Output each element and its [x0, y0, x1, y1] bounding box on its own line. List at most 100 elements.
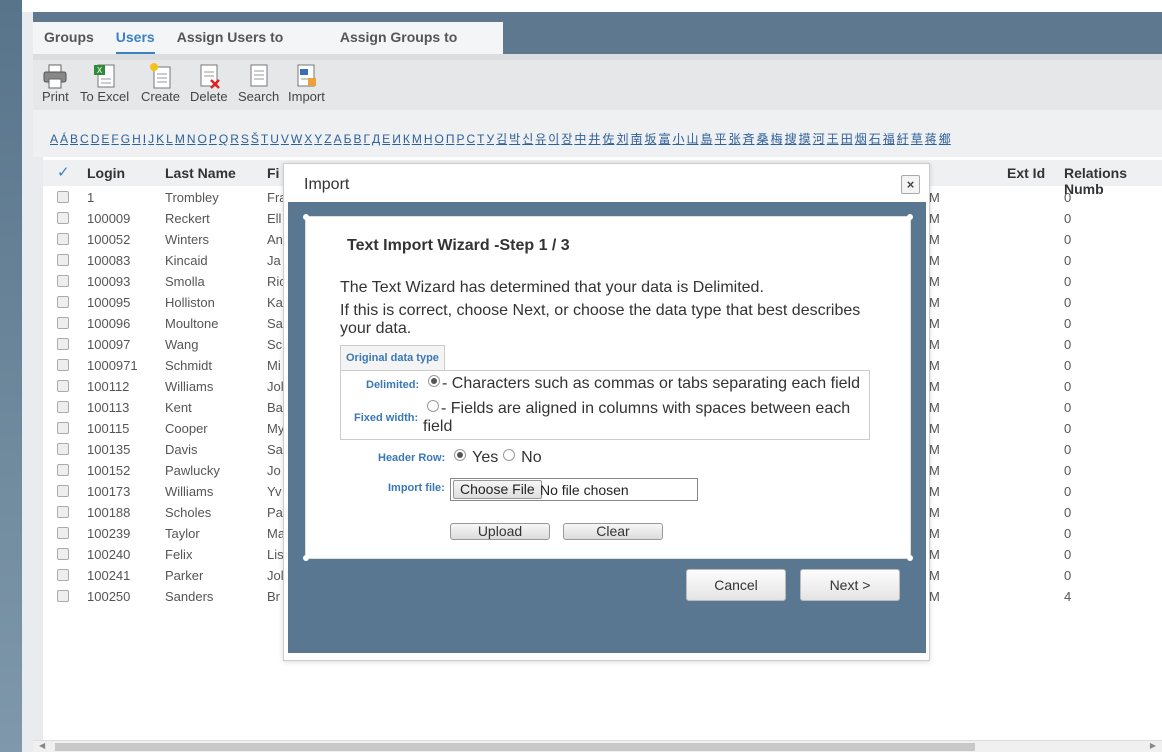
alphabet-letter[interactable]: B [70, 132, 78, 146]
alphabet-letter[interactable]: H [132, 132, 141, 146]
horizontal-scrollbar[interactable]: ◀ ▶ [33, 740, 1162, 752]
alphabet-letter[interactable]: Р [456, 132, 464, 146]
alphabet-letter[interactable]: R [230, 132, 239, 146]
alphabet-letter[interactable]: 장 [561, 132, 572, 146]
alphabet-letter[interactable]: 小 [673, 132, 685, 146]
cancel-button[interactable]: Cancel [686, 569, 786, 601]
alphabet-letter[interactable]: W [291, 132, 302, 146]
alphabet-letter[interactable]: S [241, 132, 249, 146]
print-button[interactable]: Print [42, 62, 69, 104]
alphabet-letter[interactable]: 蒋 [925, 132, 937, 146]
column-last-name[interactable]: Last Name [165, 165, 236, 181]
alphabet-letter[interactable]: Š [251, 132, 259, 146]
row-checkbox[interactable] [57, 275, 69, 287]
fixed-width-radio[interactable] [427, 400, 439, 412]
alphabet-letter[interactable]: 中 [574, 132, 586, 146]
row-checkbox[interactable] [57, 212, 69, 224]
scroll-right-icon[interactable]: ▶ [1150, 741, 1156, 750]
alphabet-letter[interactable]: 유 [535, 132, 546, 146]
alphabet-letter[interactable]: 島 [701, 132, 713, 146]
alphabet-letter[interactable]: O [197, 132, 206, 146]
delete-button[interactable]: Delete [190, 62, 228, 104]
alphabet-letter[interactable]: 南 [630, 132, 642, 146]
scroll-left-icon[interactable]: ◀ [39, 741, 45, 750]
alphabet-letter[interactable]: 王 [827, 132, 839, 146]
create-button[interactable]: Create [141, 62, 180, 104]
row-checkbox[interactable] [57, 296, 69, 308]
alphabet-letter[interactable]: D [91, 132, 100, 146]
row-checkbox[interactable] [57, 401, 69, 413]
header-no-radio[interactable] [502, 449, 515, 461]
alphabet-letter[interactable]: Q [219, 132, 228, 146]
alphabet-letter[interactable]: K [156, 132, 164, 146]
search-button[interactable]: Search [238, 62, 279, 104]
column-login[interactable]: Login [87, 165, 125, 181]
row-checkbox[interactable] [57, 317, 69, 329]
alphabet-letter[interactable]: 烟 [855, 132, 867, 146]
alphabet-letter[interactable]: E [101, 132, 109, 146]
alphabet-letter[interactable]: 이 [548, 132, 559, 146]
alphabet-letter[interactable]: 桑 [757, 132, 769, 146]
row-checkbox[interactable] [57, 506, 69, 518]
alphabet-letter[interactable]: А [334, 132, 342, 146]
tab-users[interactable]: Users [115, 22, 155, 54]
tab-groups[interactable]: Groups [44, 22, 94, 54]
alphabet-letter[interactable]: C [80, 132, 89, 146]
tab-assign-users-to-groups[interactable]: Assign Users to Groups [177, 22, 318, 75]
row-checkbox[interactable] [57, 422, 69, 434]
alphabet-letter[interactable]: Е [382, 132, 390, 146]
alphabet-letter[interactable]: 张 [729, 132, 741, 146]
upload-button[interactable]: Upload [450, 523, 550, 540]
row-checkbox[interactable] [57, 338, 69, 350]
column-first-name[interactable]: Fi [267, 165, 279, 181]
row-checkbox[interactable] [57, 380, 69, 392]
alphabet-letter[interactable]: U [270, 132, 279, 146]
alphabet-letter[interactable]: 平 [715, 132, 727, 146]
alphabet-letter[interactable]: A [50, 132, 58, 146]
row-checkbox[interactable] [57, 233, 69, 245]
alphabet-letter[interactable]: 斉 [743, 132, 755, 146]
alphabet-letter[interactable]: P [209, 132, 217, 146]
alphabet-letter[interactable]: F [111, 132, 118, 146]
row-checkbox[interactable] [57, 443, 69, 455]
alphabet-letter[interactable]: 鄉 [939, 132, 951, 146]
row-checkbox[interactable] [57, 359, 69, 371]
alphabet-letter[interactable]: 山 [687, 132, 699, 146]
alphabet-letter[interactable]: 佐 [602, 132, 614, 146]
alphabet-letter[interactable]: Y [314, 132, 322, 146]
alphabet-letter[interactable]: V [281, 132, 289, 146]
alphabet-letter[interactable]: 石 [869, 132, 881, 146]
alphabet-letter[interactable]: 紆 [897, 132, 909, 146]
choose-file-button[interactable]: Choose File [453, 480, 542, 499]
alphabet-letter[interactable]: 梅 [771, 132, 783, 146]
to-excel-button[interactable]: X To Excel [80, 62, 129, 104]
alphabet-letter[interactable]: И [392, 132, 401, 146]
alphabet-letter[interactable]: 신 [522, 132, 533, 146]
alphabet-letter[interactable]: Á [60, 132, 68, 146]
import-button[interactable]: Import [288, 62, 325, 104]
row-checkbox[interactable] [57, 191, 69, 203]
alphabet-letter[interactable]: I [143, 132, 146, 146]
header-yes-radio[interactable] [454, 449, 466, 461]
alphabet-letter[interactable]: С [466, 132, 475, 146]
alphabet-letter[interactable]: У [486, 132, 494, 146]
alphabet-letter[interactable]: M [175, 132, 185, 146]
alphabet-letter[interactable]: J [148, 132, 154, 146]
alphabet-letter[interactable]: N [187, 132, 196, 146]
row-checkbox[interactable] [57, 254, 69, 266]
alphabet-letter[interactable]: 福 [883, 132, 895, 146]
alphabet-letter[interactable]: 摸 [799, 132, 811, 146]
alphabet-letter[interactable]: Д [372, 132, 380, 146]
alphabet-letter[interactable]: П [446, 132, 455, 146]
alphabet-letter[interactable]: 박 [509, 132, 520, 146]
select-all-checkmark-icon[interactable]: ✓ [57, 163, 70, 181]
column-ext-id[interactable]: Ext Id [1007, 165, 1045, 181]
import-file-input[interactable]: Choose File No file chosen [450, 478, 698, 501]
alphabet-letter[interactable]: Т [477, 132, 484, 146]
alphabet-letter[interactable]: О [434, 132, 443, 146]
alphabet-letter[interactable]: 井 [588, 132, 600, 146]
alphabet-letter[interactable]: М [412, 132, 422, 146]
row-checkbox[interactable] [57, 590, 69, 602]
next-button[interactable]: Next > [800, 569, 900, 601]
alphabet-letter[interactable]: Б [344, 132, 352, 146]
